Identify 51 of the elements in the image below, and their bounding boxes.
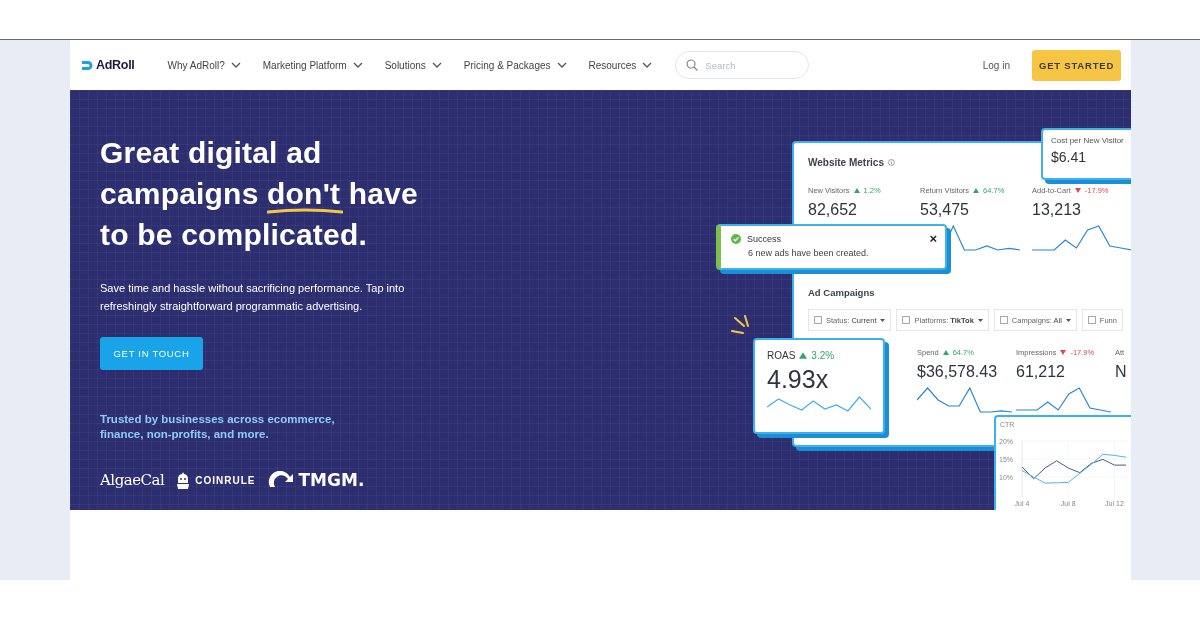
toast-message: 6 new ads have been created. — [747, 248, 870, 258]
close-button[interactable]: × — [929, 231, 937, 246]
underline-swoosh-icon — [267, 208, 344, 214]
nav-menu-item[interactable]: Resources — [577, 59, 664, 71]
logo-icon — [82, 60, 94, 70]
chevron-down-icon — [556, 62, 567, 68]
section-title: Ad Campaigns — [808, 287, 876, 298]
metric-value: N — [1115, 363, 1128, 381]
login-link[interactable]: Log in — [982, 59, 1010, 71]
chevron-down-icon — [352, 62, 363, 68]
metric-value: 53,475 — [920, 201, 970, 219]
caret-icon — [880, 318, 886, 322]
client-logo: TMGM. — [298, 470, 365, 490]
nav-menu-item[interactable]: Pricing & Packages — [452, 59, 578, 71]
hero-heading: Great digital ad campaigns don't have to be complicated. — [100, 135, 419, 253]
caret-icon — [1065, 318, 1071, 322]
info-icon — [887, 159, 895, 166]
checkbox[interactable] — [1087, 316, 1096, 324]
search-field[interactable]: Search — [675, 51, 810, 79]
trusted-by-text: Trusted by businesses across ecommerce, finance, non-profits, and more. — [100, 412, 336, 442]
checkbox[interactable] — [902, 316, 911, 324]
toast-title: Success — [747, 234, 781, 244]
swoosh-arrow-icon — [267, 471, 294, 489]
search-icon — [686, 59, 699, 71]
robot-icon — [176, 471, 191, 489]
logo-text: AdRoll — [96, 58, 135, 72]
chevron-down-icon — [431, 62, 442, 68]
caret-icon — [977, 318, 983, 322]
metric-value: 82,652 — [808, 201, 858, 219]
metric-value: $6.41 — [1051, 149, 1088, 165]
nav-menu-item[interactable]: Solutions — [373, 59, 453, 71]
checkbox[interactable] — [814, 316, 822, 324]
card-title: Website Metrics — [808, 157, 884, 168]
client-logo: COINRULE — [195, 474, 256, 486]
hero-description: Save time and hassle without sacrificing performance. Tap into refreshingly straightforward programmatic advertising. — [100, 281, 406, 314]
metric-value: 13,213 — [1032, 201, 1082, 219]
checkbox[interactable] — [999, 316, 1008, 324]
client-logo: AlgaeCal — [100, 471, 165, 489]
metric-label: Cost per New Visitor — [1051, 136, 1125, 145]
nav-menu-item[interactable]: Why AdRoll? — [156, 59, 252, 71]
metric-label: ROAS — [767, 350, 796, 361]
chevron-down-icon — [642, 62, 653, 68]
chevron-down-icon — [230, 62, 241, 68]
metric-value: $36,578.43 — [917, 363, 999, 381]
metric-value: 61,212 — [1016, 363, 1066, 381]
metric-change: 3.2% — [811, 350, 835, 361]
nav-menu-item[interactable]: Marketing Platform — [251, 59, 374, 71]
sparkle-icon — [731, 315, 749, 334]
check-circle-icon — [731, 234, 741, 244]
metric-value: 4.93x — [767, 365, 830, 394]
get-started-button[interactable]: GET STARTED — [1032, 49, 1121, 81]
